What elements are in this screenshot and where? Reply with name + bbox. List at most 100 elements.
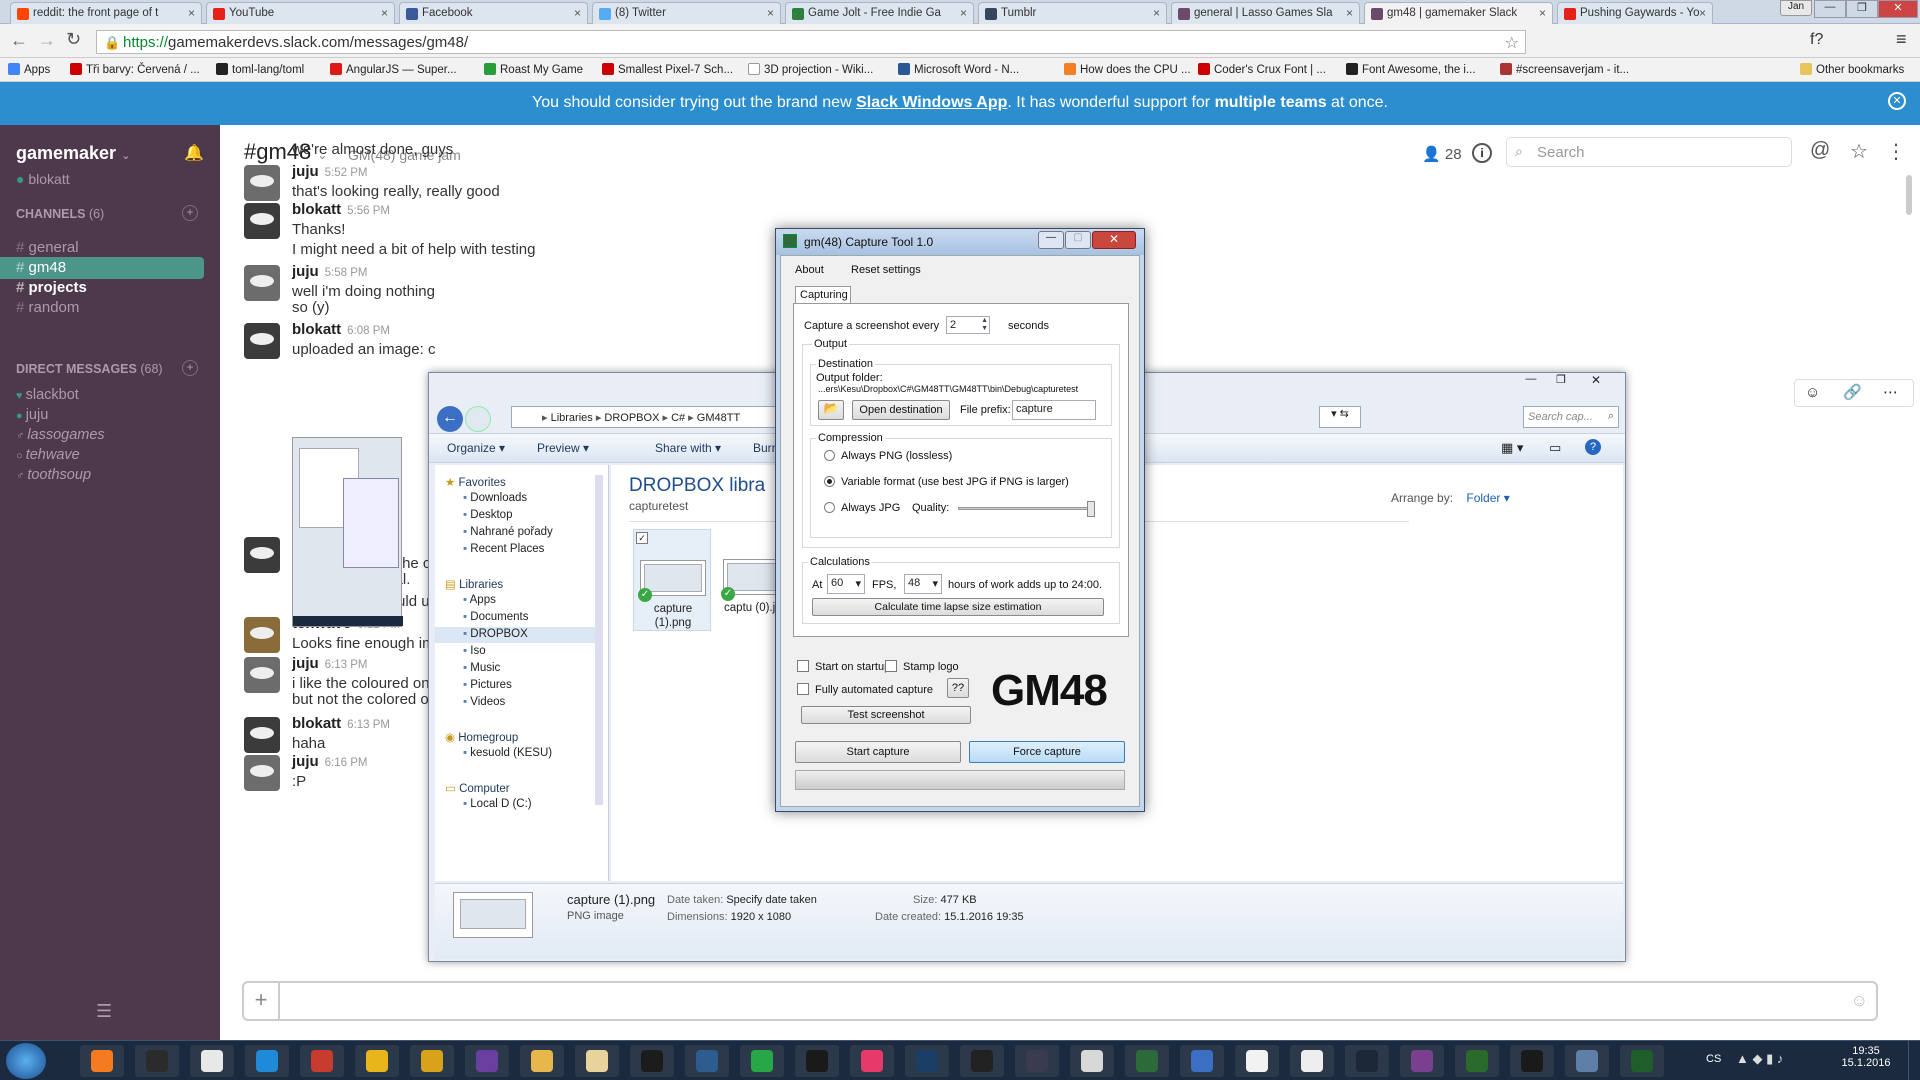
nav-item[interactable]: ▪ Nahrané pořady [435,525,595,541]
dm-toothsoup[interactable]: ♂ toothsoup [16,467,91,483]
radio-always-jpg[interactable]: Always JPG [824,502,900,514]
avatar[interactable] [244,755,280,791]
message-author[interactable]: juju [292,263,319,280]
bookmark-item[interactable]: Font Awesome, the i... [1346,63,1476,76]
radio-variable-format[interactable]: Variable format (use best JPG if PNG is … [824,476,1069,488]
taskbar-app-icon[interactable] [1455,1045,1499,1077]
slack-windows-app-link[interactable]: Slack Windows App [856,94,1007,111]
message-author[interactable]: juju [292,163,319,180]
path-crumb[interactable]: Libraries [551,412,593,424]
taskbar-app-icon[interactable] [80,1045,124,1077]
message-author[interactable]: blokatt [292,201,341,218]
bookmark-star-icon[interactable]: ☆ [1505,33,1519,53]
message-time[interactable]: 6:08 PM [347,325,390,337]
avatar[interactable] [244,657,280,693]
message-time[interactable]: 6:13 PM [347,719,390,731]
explorer-toolbar-item[interactable]: Share with ▾ [655,441,721,455]
message-author[interactable]: blokatt [292,715,341,732]
close-tab-icon[interactable]: × [767,6,774,20]
quality-slider-thumb[interactable] [1087,501,1095,517]
path-crumb[interactable]: DROPBOX [604,412,659,424]
start-button[interactable] [6,1043,46,1079]
close-tab-icon[interactable]: × [1539,6,1546,20]
nav-group[interactable]: ▤ Libraries [445,577,503,591]
close-tab-icon[interactable]: × [960,6,967,20]
address-bar[interactable]: 🔒 https://gamemakerdevs.slack.com/messag… [96,30,1526,54]
taskbar-app-icon[interactable] [410,1045,454,1077]
show-desktop-button[interactable] [1908,1041,1920,1080]
nav-item[interactable]: ▪ Recent Places [435,542,595,558]
open-destination-button[interactable]: Open destination [852,400,950,420]
browser-tab[interactable]: Tumblr × [978,2,1167,24]
browser-tab[interactable]: gm48 | gamemaker Slack × [1364,2,1553,24]
taskbar-app-icon[interactable] [740,1045,784,1077]
dm-slackbot[interactable]: ♥ slackbot [16,387,79,403]
nav-group[interactable]: ★ Favorites [445,475,506,489]
bookmark-item[interactable]: #screensaverjam - it... [1500,63,1629,76]
explorer-close-button[interactable]: ✕ [1579,373,1613,387]
checkbox-stamp-logo[interactable]: Stamp logo [885,660,959,673]
channels-header[interactable]: CHANNELS (6) [16,207,104,221]
avatar[interactable] [244,165,280,201]
help-button[interactable]: ?? [947,678,969,698]
link-icon[interactable]: 🔗 [1843,383,1862,401]
path-crumb[interactable]: C# [671,412,685,424]
browser-tab[interactable]: Game Jolt - Free Indie Ga × [785,2,974,24]
taskbar-app-icon[interactable] [520,1045,564,1077]
browser-tab[interactable]: Pushing Gaywards - Yo × [1557,2,1713,24]
taskbar-app-icon[interactable] [630,1045,674,1077]
minimize-window-button[interactable]: — [1814,0,1846,18]
nav-item[interactable]: ▪ Local D (C:) [435,797,595,813]
bookmark-item[interactable]: Smallest Pixel-7 Sch... [602,63,733,76]
attach-icon[interactable]: + [244,983,280,1019]
avatar[interactable] [244,717,280,753]
nav-group[interactable]: ▭ Computer [445,781,510,795]
notifications-bell-icon[interactable]: 🔔 [184,143,204,163]
checkbox-start-on-startup[interactable]: Start on startup [797,660,890,673]
menu-about[interactable]: About [795,264,824,276]
test-screenshot-button[interactable]: Test screenshot [801,706,971,724]
menu-icon[interactable]: ≡ [1896,29,1907,50]
maximize-window-button[interactable]: ❐ [1846,0,1878,18]
message-time[interactable]: 5:52 PM [325,167,368,179]
force-capture-button[interactable]: Force capture [969,741,1125,763]
close-tab-icon[interactable]: × [1699,6,1706,20]
nav-item[interactable]: ▪ Videos [435,695,595,711]
starred-icon[interactable]: ☆ [1850,139,1868,164]
other-bookmarks[interactable]: Other bookmarks [1800,63,1904,76]
browser-tab[interactable]: general | Lasso Games Sla × [1171,2,1360,24]
hours-select[interactable]: 48 ▾ [904,574,942,594]
tool-minimize-button[interactable]: — [1038,231,1064,249]
nav-item[interactable]: ▪ kesuold (KESU) [435,746,595,762]
browser-tab[interactable]: (8) Twitter × [592,2,781,24]
file-prefix-input[interactable]: capture [1012,400,1096,420]
reload-icon[interactable]: ↻ [66,29,81,50]
bookmark-item[interactable]: Roast My Game [484,63,583,76]
taskbar-app-icon[interactable] [1400,1045,1444,1077]
explorer-minimize-button[interactable]: — [1517,373,1545,385]
arrange-dropdown[interactable]: Folder ▾ [1466,491,1509,505]
file-item[interactable]: ✓ ✓ capture (1).png [633,529,711,631]
browse-folder-icon[interactable]: 📂 [818,400,844,420]
avatar[interactable] [244,323,280,359]
explorer-toolbar-item[interactable]: Preview ▾ [537,441,589,455]
input-language[interactable]: CS [1706,1053,1721,1065]
tab-capturing[interactable]: Capturing [795,286,851,304]
nav-item[interactable]: ▪ Iso [435,644,595,660]
radio-always-png[interactable]: Always PNG (lossless) [824,450,952,462]
channel-gm48[interactable]: # gm48 [0,257,204,279]
uploaded-image-thumbnail[interactable] [292,437,403,627]
scrollbar[interactable] [1906,175,1912,215]
add-channel-icon[interactable]: + [182,205,198,221]
taskbar-app-icon[interactable] [300,1045,344,1077]
taskbar-app-icon[interactable] [685,1045,729,1077]
checkbox-fully-automated[interactable]: Fully automated capture [797,683,933,696]
avatar[interactable] [244,537,280,573]
preview-pane-icon[interactable]: ▭ [1549,440,1561,456]
taskbar-app-icon[interactable] [1015,1045,1059,1077]
message-author[interactable]: juju [292,655,319,672]
taskbar-app-icon[interactable] [905,1045,949,1077]
browser-tab[interactable]: Facebook × [399,2,588,24]
tool-maximize-button[interactable]: ▢ [1065,231,1091,249]
calculate-estimate-button[interactable]: Calculate time lapse size estimation [812,598,1104,616]
